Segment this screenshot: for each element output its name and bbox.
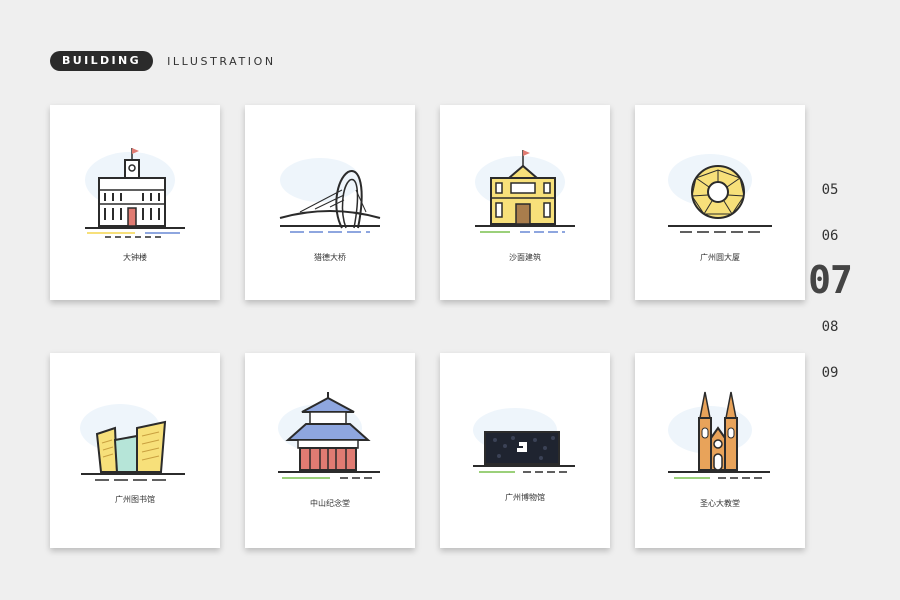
shamian-building-icon (475, 150, 575, 233)
card-bridge[interactable]: 猎德大桥 (245, 105, 415, 300)
card-library[interactable]: 广州图书馆 (50, 353, 220, 548)
card-caption: 广州圆大厦 (700, 253, 740, 262)
card-memorial-hall[interactable]: 中山纪念堂 (245, 353, 415, 548)
header: BUILDING ILLUSTRATION (50, 51, 276, 71)
card-caption: 中山纪念堂 (310, 499, 350, 508)
card-caption: 圣心大教堂 (700, 499, 740, 508)
card-caption: 广州博物馆 (505, 493, 545, 502)
clock-tower-icon (85, 148, 185, 238)
card-shamian[interactable]: 沙面建筑 (440, 105, 610, 300)
card-cathedral[interactable]: 圣心大教堂 (635, 353, 805, 548)
card-circle-building[interactable]: 广州圆大厦 (635, 105, 805, 300)
page-number[interactable]: 08 (800, 319, 860, 335)
page-number[interactable]: 09 (800, 365, 860, 381)
card-caption: 沙面建筑 (509, 253, 541, 262)
card-clock-tower[interactable]: 大钟楼 (50, 105, 220, 300)
card-caption: 大钟楼 (123, 253, 147, 262)
page-number-active[interactable]: 07 (800, 258, 860, 302)
card-caption: 猎德大桥 (314, 253, 346, 262)
circle-building-icon (668, 154, 772, 233)
building-pill: BUILDING (50, 51, 154, 71)
page-number[interactable]: 06 (800, 228, 860, 244)
card-museum[interactable]: 广州博物馆 (440, 353, 610, 548)
memorial-hall-icon (278, 392, 380, 479)
cathedral-icon (668, 391, 770, 479)
illustration-title: ILLUSTRATION (167, 54, 276, 68)
bridge-icon (279, 158, 381, 233)
card-caption: 广州图书馆 (115, 495, 155, 504)
museum-icon (473, 408, 575, 473)
page-number[interactable]: 05 (800, 182, 860, 198)
library-icon (80, 404, 185, 481)
